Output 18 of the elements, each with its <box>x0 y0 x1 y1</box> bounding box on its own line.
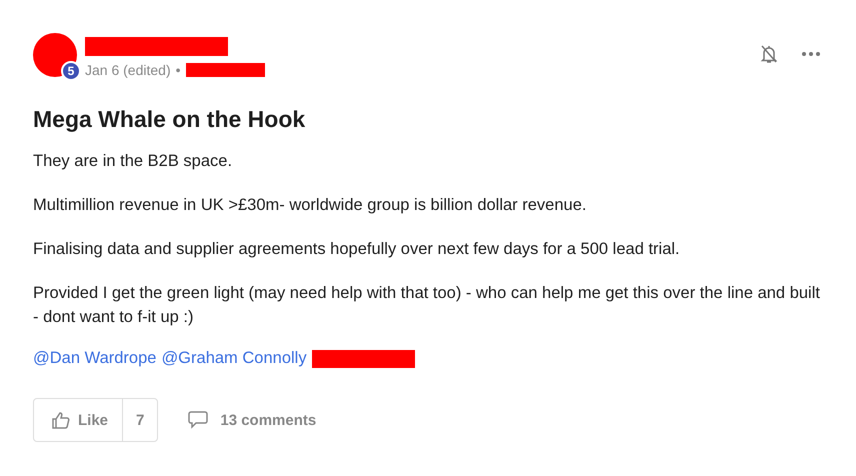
post-date: Jan 6 (edited) <box>85 62 171 78</box>
post-title: Mega Whale on the Hook <box>33 106 306 133</box>
thumbs-up-icon <box>52 411 70 429</box>
comments-button[interactable]: 13 comments <box>188 411 316 429</box>
like-button[interactable]: Like <box>34 399 124 441</box>
bell-off-icon[interactable] <box>760 44 778 64</box>
speech-bubble-icon <box>188 411 208 429</box>
like-count: 7 <box>135 410 146 430</box>
avatar[interactable] <box>33 33 77 77</box>
mention-link[interactable]: @Dan Wardrope <box>33 349 156 368</box>
post-paragraph: Provided I get the green light (may need help with that too) - who can help me get this over the line and built - dont want to f-it up :) <box>33 283 821 328</box>
more-icon[interactable] <box>802 52 820 56</box>
separator-dot: • <box>176 62 181 78</box>
post-paragraph: Finalising data and supplier agreements hopefully over next few days for a 500 lead trial. <box>33 239 681 260</box>
level-badge: 5 <box>61 61 81 81</box>
mention-link[interactable]: @Graham Connolly <box>161 349 307 368</box>
post-paragraph: Multimillion revenue in UK >£30m- worldwide group is billion dollar revenue. <box>33 195 588 216</box>
post-paragraph: They are in the B2B space. <box>33 151 234 172</box>
